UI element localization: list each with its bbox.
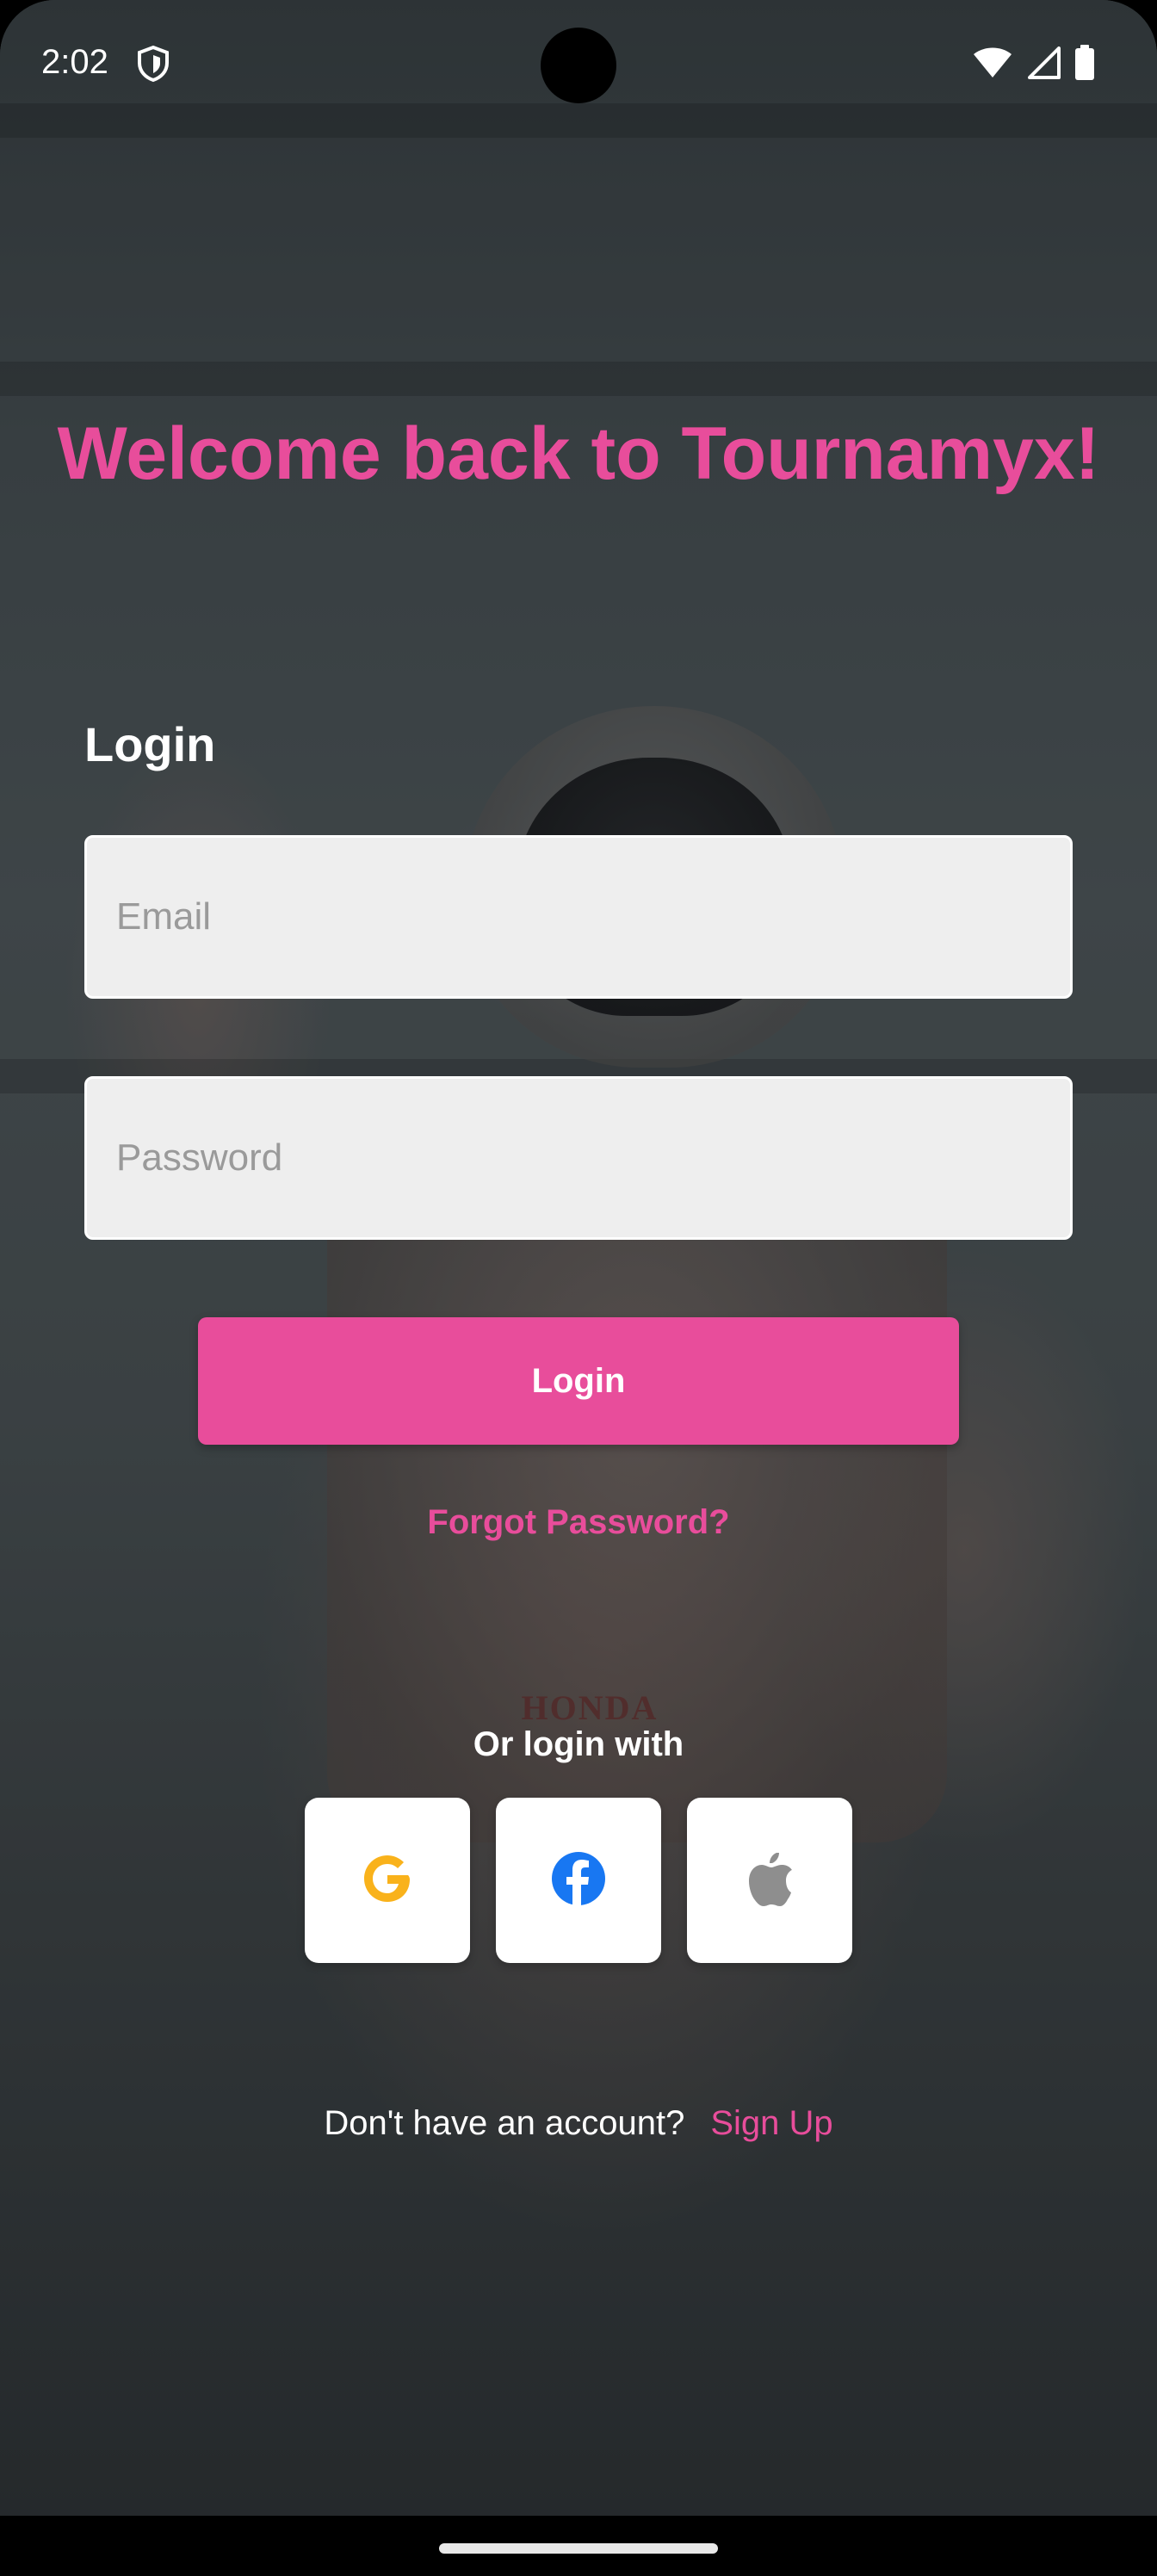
forgot-password-link: Forgot Password? (0, 1503, 1157, 1542)
google-icon (358, 1849, 417, 1912)
login-screen: HONDA 2:02 Welcome back to Tournamyx! Lo… (0, 0, 1157, 2576)
status-icons (973, 45, 1095, 85)
password-field[interactable] (84, 1076, 1073, 1240)
facebook-login-button[interactable] (496, 1798, 661, 1963)
login-heading: Login (84, 717, 216, 771)
background-scrim (0, 0, 1157, 2576)
sign-up-link[interactable]: Sign Up (710, 2104, 832, 2142)
or-login-with-label: Or login with (473, 1725, 684, 1763)
status-bar: 2:02 (0, 0, 1157, 129)
login-button[interactable]: Login (198, 1317, 959, 1445)
wifi-icon (973, 46, 1012, 84)
cellular-signal-icon (1026, 46, 1061, 84)
email-field[interactable] (84, 835, 1073, 999)
status-time: 2:02 (41, 43, 108, 81)
welcome-title: Welcome back to Tournamyx! (57, 412, 1100, 495)
camera-cutout (541, 28, 616, 103)
social-login-row (305, 1798, 852, 1963)
google-login-button[interactable] (305, 1798, 470, 1963)
signup-row: Don't have an account? Sign Up (0, 2104, 1157, 2143)
forgot-password-label[interactable]: Forgot Password? (427, 1503, 729, 1541)
home-indicator[interactable] (439, 2543, 718, 2554)
apple-icon (744, 1849, 795, 1912)
facebook-icon (549, 1849, 608, 1912)
battery-icon (1074, 45, 1095, 85)
apple-login-button[interactable] (687, 1798, 852, 1963)
signup-prompt: Don't have an account? (324, 2104, 685, 2142)
vpn-shield-icon (136, 45, 170, 83)
